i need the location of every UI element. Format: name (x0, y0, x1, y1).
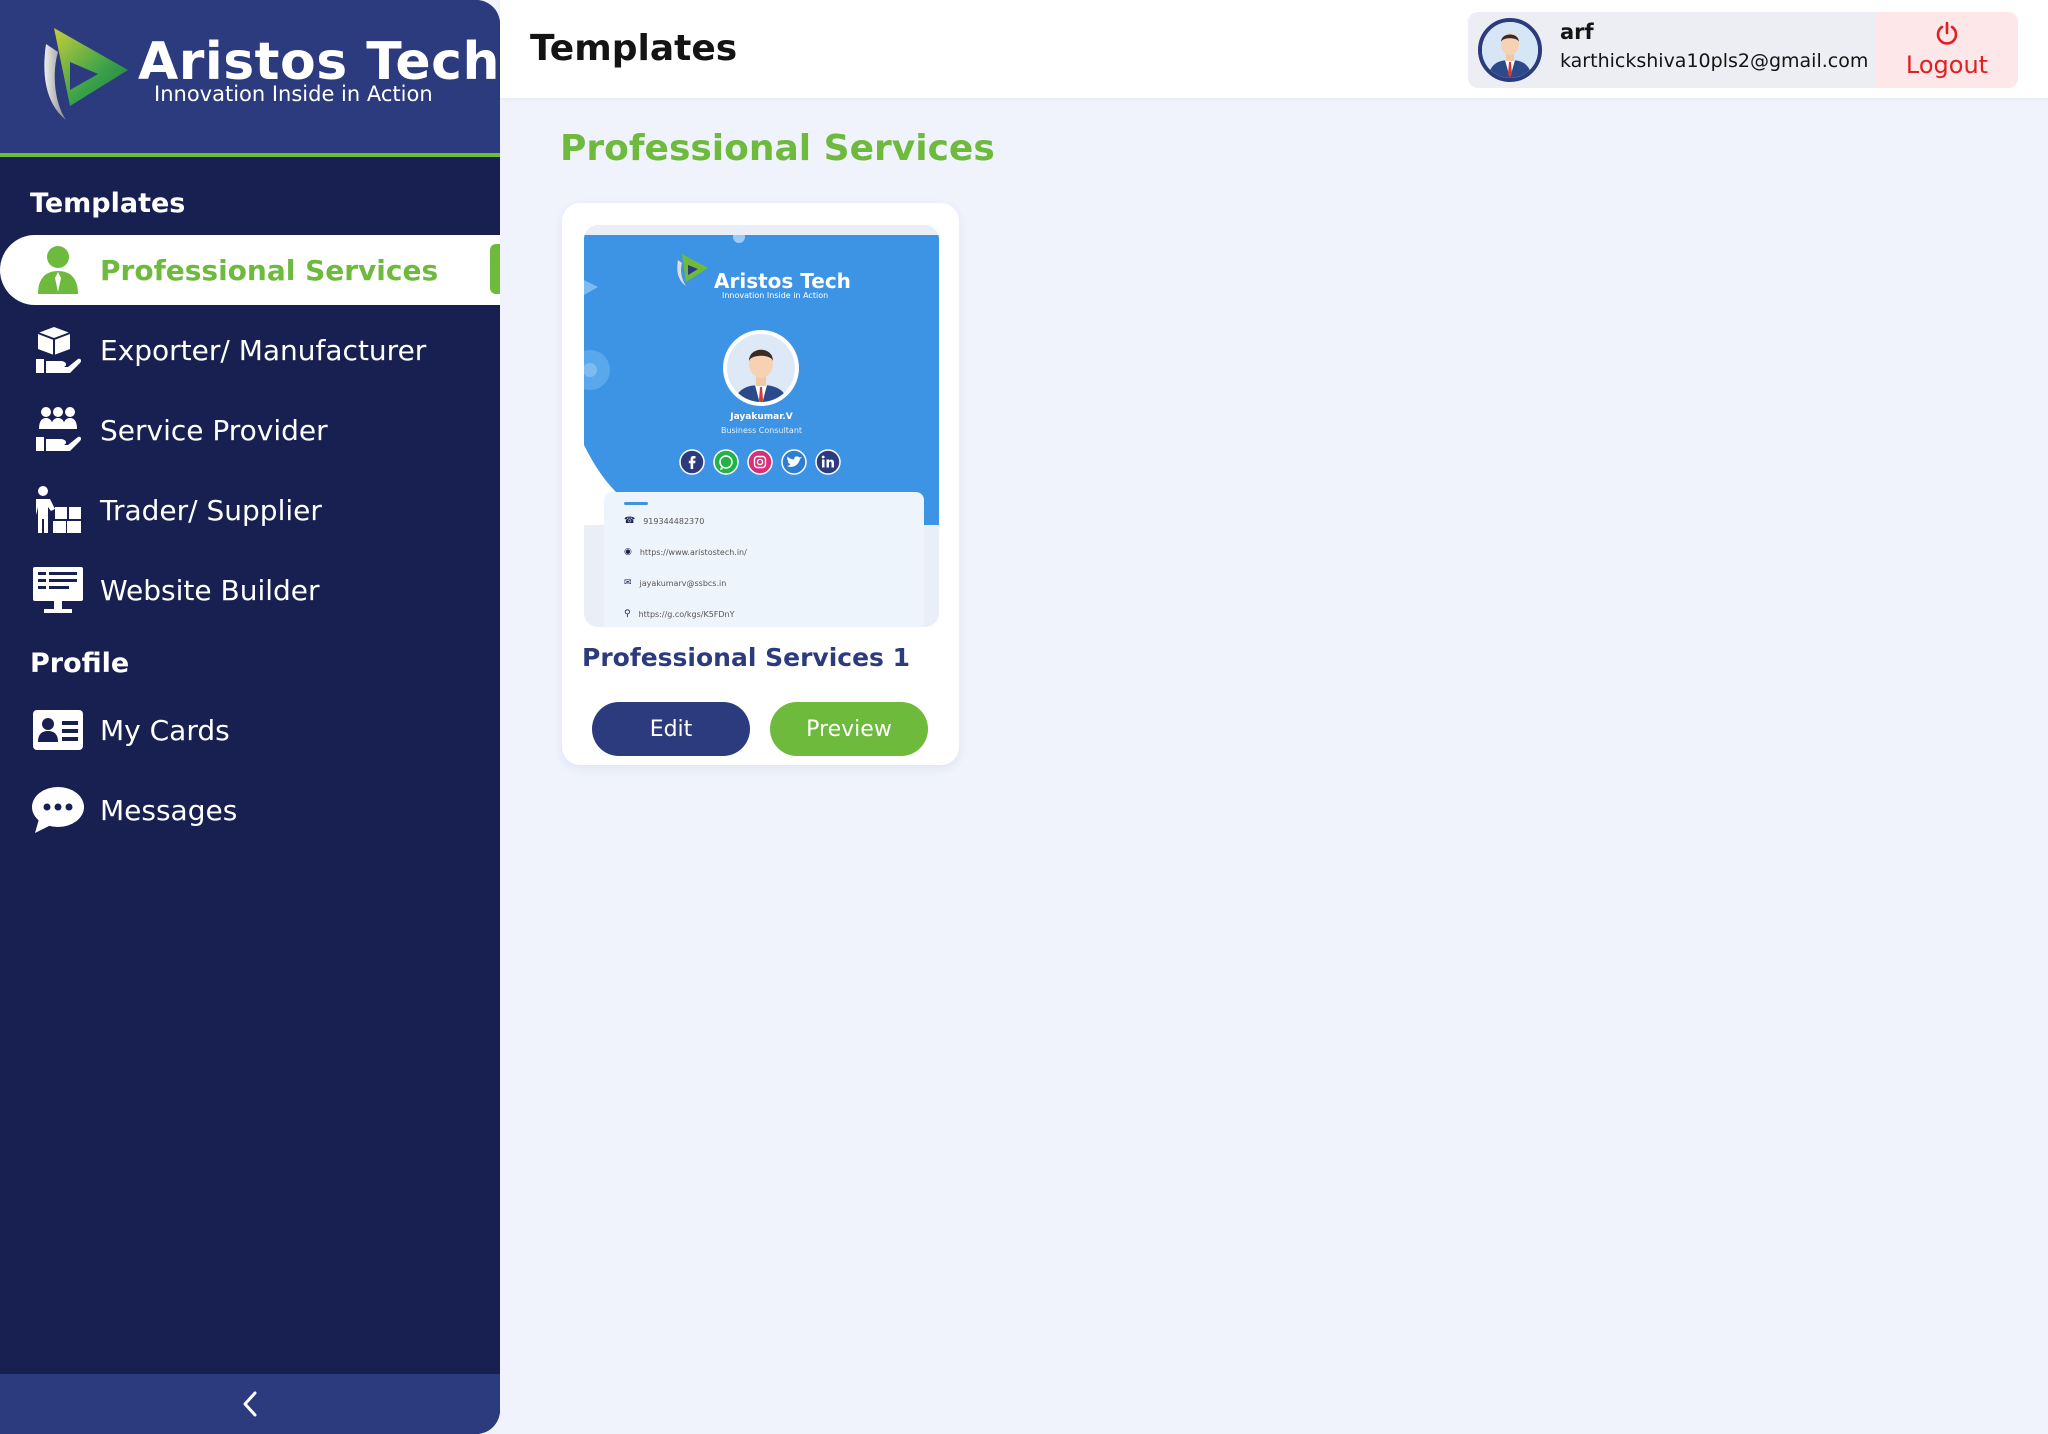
sidebar-item-label: Professional Services (100, 253, 439, 287)
sidebar-item-label: My Cards (100, 713, 230, 747)
edit-button[interactable]: Edit (592, 702, 750, 756)
sidebar-item-exporter-manufacturer[interactable]: Exporter/ Manufacturer (0, 315, 500, 385)
user-name: arf (1560, 20, 1594, 44)
envelope-icon: ✉ (624, 578, 632, 588)
template-name: Professional Services 1 (582, 643, 911, 672)
sidebar-header: Aristos Tech Innovation Inside in Action (0, 0, 500, 157)
power-icon (1936, 21, 1958, 45)
thumbnail-brand: Aristos Tech (714, 269, 851, 293)
logout-button[interactable]: Logout (1876, 12, 2018, 88)
sidebar-item-label: Messages (100, 793, 238, 827)
thumbnail-email-row: ✉ jayakumarv@ssbcs.in (624, 578, 727, 588)
brand-tagline: Innovation Inside in Action (154, 82, 433, 106)
sidebar-item-professional-services[interactable]: Professional Services (0, 235, 500, 305)
chevron-left-icon (243, 1391, 257, 1417)
monitor-icon (30, 562, 86, 618)
sidebar-item-label: Service Provider (100, 413, 328, 447)
sidebar-item-website-builder[interactable]: Website Builder (0, 555, 500, 625)
linkedin-icon (815, 449, 841, 475)
thumbnail-avatar (723, 330, 799, 406)
group-hand-icon (30, 402, 86, 458)
logo-play-icon (44, 28, 128, 120)
thumbnail-header-bg: Aristos Tech Innovation Inside in Action… (584, 235, 939, 525)
thumbnail-contact-panel: ☎ 919344482370 ◉ https://www.aristostech… (604, 492, 924, 627)
sidebar-item-label: Exporter/ Manufacturer (100, 333, 427, 367)
globe-icon: ◉ (624, 547, 632, 557)
sidebar: Aristos Tech Innovation Inside in Action… (0, 0, 500, 1434)
templates-heading: Templates (30, 188, 186, 219)
user-email: karthickshiva10pls2@gmail.com (1560, 50, 1869, 72)
avatar[interactable] (1478, 18, 1542, 82)
sidebar-item-messages[interactable]: Messages (0, 775, 500, 845)
whatsapp-icon (713, 449, 739, 475)
person-icon (30, 242, 86, 298)
thumbnail-social-icons (679, 449, 841, 475)
sidebar-item-label: Website Builder (100, 573, 320, 607)
boxes-hand-icon (30, 322, 86, 378)
trader-boxes-icon (30, 482, 86, 538)
template-thumbnail[interactable]: Aristos Tech Innovation Inside in Action… (584, 225, 939, 627)
thumbnail-tagline: Innovation Inside in Action (722, 291, 829, 300)
template-card[interactable]: Aristos Tech Innovation Inside in Action… (562, 203, 959, 765)
instagram-icon (747, 449, 773, 475)
thumbnail-website-row: ◉ https://www.aristostech.in/ (624, 547, 747, 557)
preview-button[interactable]: Preview (770, 702, 928, 756)
thumbnail-person-role: Business Consultant (720, 426, 803, 435)
sidebar-item-service-provider[interactable]: Service Provider (0, 395, 500, 465)
sidebar-item-label: Trader/ Supplier (100, 493, 322, 527)
page-title: Templates (530, 28, 738, 69)
thumbnail-location-row: ⚲ https://g.co/kgs/K5FDnY (624, 609, 735, 619)
thumbnail-divider (624, 502, 648, 505)
sidebar-item-trader-supplier[interactable]: Trader/ Supplier (0, 475, 500, 545)
twitter-icon (781, 449, 807, 475)
profile-heading: Profile (30, 648, 130, 679)
location-pin-icon: ⚲ (624, 609, 631, 619)
facebook-icon (679, 449, 705, 475)
thumbnail-logo-icon (677, 254, 708, 286)
user-profile-box[interactable]: arf karthickshiva10pls2@gmail.com Logout (1468, 12, 2018, 88)
active-indicator (490, 244, 500, 294)
brand-logo[interactable]: Aristos Tech Innovation Inside in Action (36, 22, 499, 132)
thumbnail-phone-row: ☎ 919344482370 (624, 516, 705, 526)
thumbnail-person-name: Jayakumar.V (730, 412, 793, 422)
phone-icon: ☎ (624, 516, 636, 526)
chat-bubble-icon (30, 782, 86, 838)
top-header: Templates arf karthickshiva10pls2@gmail.… (500, 0, 2048, 98)
section-title: Professional Services (560, 128, 995, 169)
sidebar-collapse-button[interactable] (0, 1374, 500, 1434)
logout-label: Logout (1905, 51, 1989, 79)
sidebar-item-my-cards[interactable]: My Cards (0, 695, 500, 765)
id-card-icon (30, 702, 86, 758)
